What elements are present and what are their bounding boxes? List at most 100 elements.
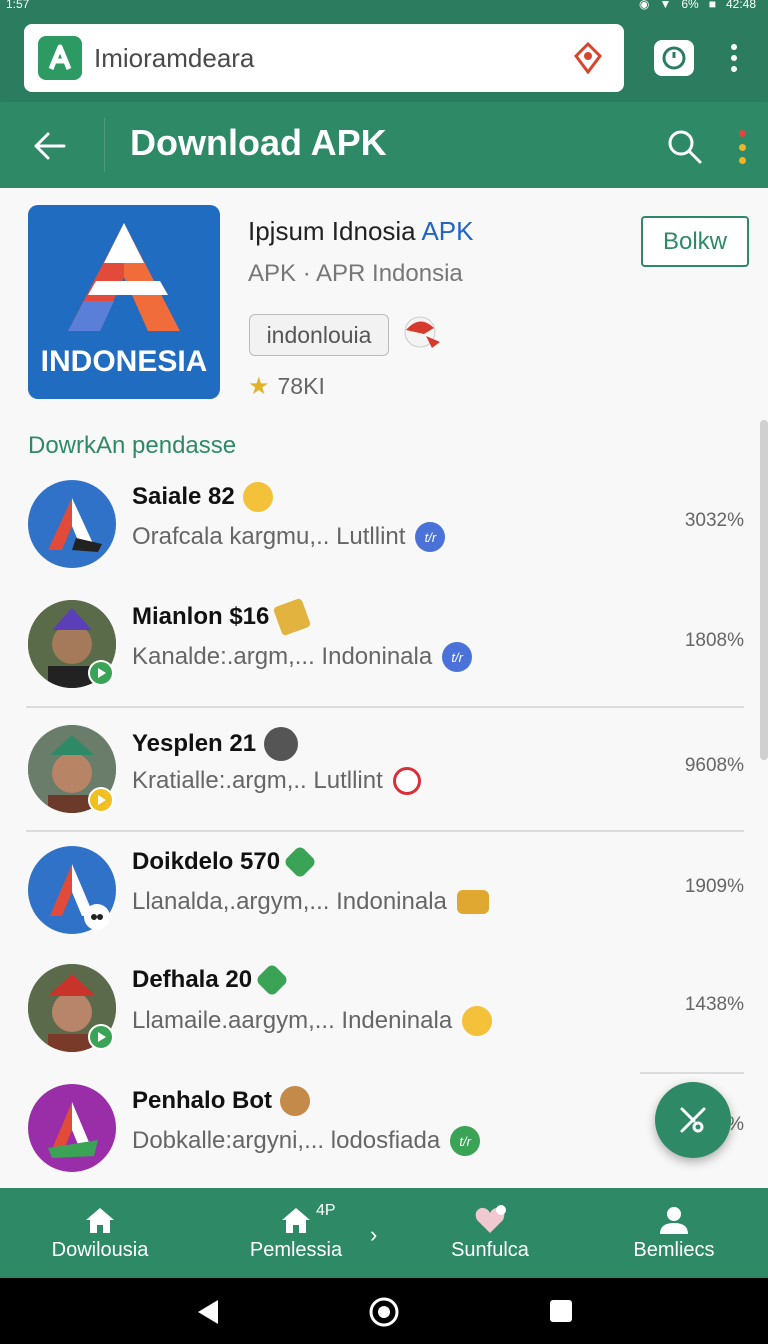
- list-divider: [26, 706, 744, 708]
- people-emoji-icon: [456, 890, 489, 914]
- play-badge-icon: [88, 1024, 114, 1050]
- app-title-text: Ipjsum Idnosia: [248, 216, 416, 246]
- appbar-divider: [104, 118, 105, 172]
- url-text: Imioramdeara: [94, 42, 255, 73]
- mask-badge-icon: [84, 904, 110, 930]
- list-item[interactable]: Penhalo Bot Dobkalle:argyni,... lodosfia…: [0, 1078, 768, 1188]
- item-title: Yesplen 21: [132, 727, 299, 761]
- chevron-right-icon: ›: [370, 1222, 378, 1247]
- play-badge-icon: [88, 660, 114, 686]
- home-circle-icon[interactable]: [368, 1296, 400, 1328]
- wifi-icon: ▼: [659, 0, 672, 11]
- app-bar: Download APK: [0, 102, 768, 188]
- nav-label: Dowilousia: [51, 1238, 149, 1261]
- recents-square-icon[interactable]: [548, 1298, 574, 1324]
- follow-button[interactable]: Bolkw: [641, 216, 749, 267]
- item-title-text: Penhalo Bot: [132, 1087, 273, 1114]
- url-bar[interactable]: Imioramdeara: [24, 24, 624, 92]
- tabs-button[interactable]: [654, 40, 694, 76]
- play-badge-icon: [88, 787, 114, 813]
- app-logo-icon: [68, 223, 180, 331]
- item-title: Penhalo Bot: [132, 1086, 311, 1116]
- item-title: Saiale 82: [132, 482, 273, 512]
- home-icon: [86, 1207, 114, 1233]
- item-title: Doikdelo 570: [132, 845, 318, 879]
- app-title: Ipjsum Idnosia APK: [248, 216, 473, 247]
- person-emoji-icon: [280, 1086, 311, 1116]
- item-subtitle-text: Llamaile.aargym,... Indeninala: [132, 1007, 453, 1034]
- item-title-text: Yesplen 21: [132, 730, 257, 757]
- smile-emoji-icon: [462, 1006, 493, 1036]
- item-subtitle: Kanalde:.argm,... Indoninala t/r: [132, 642, 473, 672]
- list-item[interactable]: Doikdelo 570 Llanalda,.argym,... Indonin…: [0, 840, 768, 960]
- clover-emoji-icon: [255, 963, 290, 997]
- smile-emoji-icon: [242, 482, 273, 512]
- item-value: 1808%: [684, 630, 744, 651]
- item-subtitle-text: Orafcala kargmu,.. Lutllint: [132, 523, 406, 550]
- home-icon: [282, 1207, 310, 1233]
- item-value: 3032%: [684, 510, 744, 531]
- system-navigation-bar: [0, 1278, 768, 1344]
- list-divider: [26, 830, 744, 832]
- browser-menu-icon[interactable]: [722, 40, 746, 76]
- list-item[interactable]: Mianlon $16 Kanalde:.argm,... Indoninala…: [0, 594, 768, 714]
- search-icon[interactable]: [664, 126, 704, 166]
- clock-icon: [662, 46, 686, 70]
- avatar: [28, 1084, 116, 1172]
- item-title: Mianlon $16: [132, 597, 312, 637]
- browser-bar: Imioramdeara: [0, 14, 768, 102]
- app-tag[interactable]: indonlouia: [249, 314, 389, 356]
- item-subtitle-text: Llanalda,.argym,... Indoninala: [132, 888, 447, 915]
- item-value: 1438%: [684, 994, 744, 1015]
- status-bar: 1:57 ◉ ▼ 6% ■ 42:48: [0, 0, 768, 14]
- crown-emoji-icon: [273, 597, 312, 637]
- back-triangle-icon[interactable]: [196, 1298, 222, 1326]
- power-icon: [392, 767, 421, 795]
- item-subtitle: Llanalda,.argym,... Indoninala: [132, 888, 489, 916]
- item-title-text: Saiale 82: [132, 483, 235, 510]
- bottom-navigation: Dowilousia Pemlessia 4P › Sunfulca Bemli…: [0, 1188, 768, 1278]
- item-subtitle-text: Kanalde:.argm,... Indoninala: [132, 643, 433, 670]
- flag-emoji-icon: [404, 316, 440, 348]
- item-subtitle: Llamaile.aargym,... Indeninala: [132, 1006, 493, 1036]
- scissors-icon: [680, 1107, 706, 1133]
- app-icon-text: INDONESIA: [40, 345, 208, 378]
- status-icons: ◉ ▼ 6% ■ 42:48: [639, 0, 756, 11]
- nav-label: Pemlessia: [249, 1238, 343, 1261]
- avatar: [28, 480, 116, 568]
- list-item[interactable]: Defhala 20 Llamaile.aargym,... Indeninal…: [0, 958, 768, 1078]
- item-pill: t/r: [415, 522, 446, 552]
- item-subtitle: Kratialle:.argm,.. Lutllint: [132, 767, 421, 795]
- item-title-text: Defhala 20: [132, 966, 253, 993]
- battery-icon: ■: [708, 0, 716, 11]
- nav-item-pemlessia[interactable]: Pemlessia: [226, 1188, 366, 1278]
- app-title-accent: APK: [421, 216, 474, 246]
- status-time: 1:57: [6, 0, 30, 11]
- list-divider: [640, 1072, 744, 1074]
- overflow-menu-icon[interactable]: [736, 130, 748, 164]
- page-title: Download APK: [130, 122, 387, 163]
- nav-label: Sunfulca: [451, 1238, 529, 1261]
- site-icon: [38, 36, 82, 80]
- item-title: Defhala 20: [132, 963, 290, 997]
- app-rating: ★ 78KI: [248, 372, 325, 401]
- app-subtitle: APK · APR Indonsia: [248, 260, 463, 287]
- nav-item-sunfulca[interactable]: Sunfulca: [420, 1188, 560, 1278]
- person-emoji-icon: [264, 727, 299, 761]
- clover-emoji-icon: [283, 845, 318, 879]
- item-pill: t/r: [442, 642, 473, 672]
- back-arrow-icon[interactable]: [30, 126, 70, 166]
- item-value: 1909%: [684, 876, 744, 897]
- item-subtitle: Dobkalle:argyni,... lodosfiada t/r: [132, 1126, 481, 1156]
- nav-item-bemliecs[interactable]: Bemliecs: [604, 1188, 744, 1278]
- list-item[interactable]: Saiale 82 Orafcala kargmu,.. Lutllint t/r…: [0, 474, 768, 594]
- item-pill: t/r: [450, 1126, 481, 1156]
- list-item[interactable]: Yesplen 21 Kratialle:.argm,.. Lutllint 9…: [0, 719, 768, 839]
- section-title: DowrkAn pendasse: [28, 432, 237, 459]
- item-title-text: Doikdelo 570: [132, 848, 281, 875]
- location-pin-icon[interactable]: [570, 40, 606, 76]
- nav-sup-text: 4P: [316, 1202, 336, 1219]
- floating-action-button[interactable]: [655, 1082, 731, 1158]
- nav-label: Bemliecs: [633, 1238, 715, 1261]
- nav-item-download[interactable]: Dowilousia: [30, 1188, 170, 1278]
